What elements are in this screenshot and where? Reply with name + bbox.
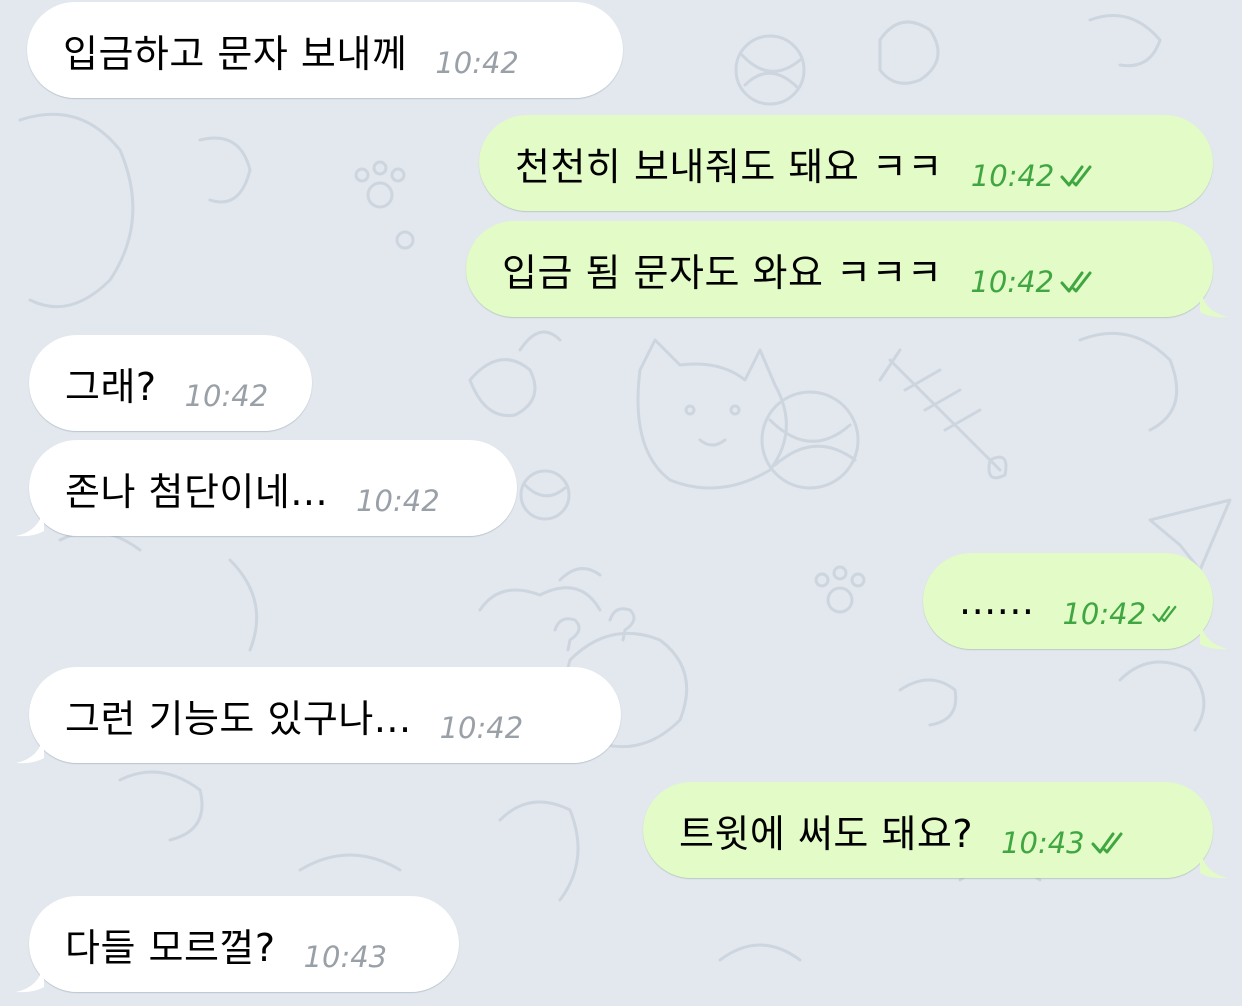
message-time: 10:43 (1001, 826, 1085, 860)
double-check-icon (1060, 165, 1092, 187)
bubble-tail (1200, 620, 1228, 650)
bubble-tail (16, 507, 44, 537)
message-time: 10:42 (1062, 597, 1147, 631)
bubble-tail (1200, 849, 1228, 879)
outgoing-message-bubble[interactable]: ...... 10:42 (923, 553, 1213, 649)
bubble-tail (16, 734, 44, 764)
message-time: 10:42 (970, 159, 1055, 193)
message-time: 10:42 (356, 484, 440, 518)
outgoing-message-bubble[interactable]: 트윗에 써도 돼요? 10:43 (643, 782, 1213, 878)
message-text: 다들 모르껄? (65, 925, 276, 970)
message-text: 트윗에 써도 돼요? (679, 811, 974, 856)
message-text: 입금하고 문자 보내께 (63, 31, 408, 76)
message-time: 10:42 (439, 711, 524, 745)
incoming-message-bubble[interactable]: 입금하고 문자 보내께 10:42 (27, 2, 623, 98)
incoming-message-bubble[interactable]: 존나 첨단이네... 10:42 (29, 440, 517, 536)
message-text: ...... (959, 579, 1035, 623)
message-time: 10:42 (970, 265, 1054, 299)
outgoing-message-bubble[interactable]: 천천히 보내줘도 돼요 ㅋㅋ 10:42 (479, 115, 1213, 211)
message-text: 천천히 보내줘도 돼요 ㅋㅋ (515, 144, 943, 189)
message-text: 그래? (65, 364, 157, 409)
message-list[interactable]: 입금하고 문자 보내께 10:42 천천히 보내줘도 돼요 ㅋㅋ 10:42 입… (0, 0, 1242, 1006)
double-check-icon (1152, 605, 1177, 623)
incoming-message-bubble[interactable]: 그런 기능도 있구나... 10:42 (29, 667, 621, 763)
incoming-message-bubble[interactable]: 다들 모르껄? 10:43 (29, 896, 459, 992)
message-text: 그런 기능도 있구나... (65, 696, 412, 741)
bubble-tail (1200, 288, 1228, 318)
outgoing-message-bubble[interactable]: 입금 됨 문자도 와요 ㅋㅋㅋ 10:42 (466, 221, 1213, 317)
double-check-icon (1091, 832, 1123, 854)
message-text: 존나 첨단이네... (65, 469, 329, 514)
message-text: 입금 됨 문자도 와요 ㅋㅋㅋ (502, 250, 943, 295)
message-time: 10:42 (184, 379, 269, 413)
double-check-icon (1060, 271, 1092, 293)
message-time: 10:43 (303, 940, 388, 974)
bubble-tail (16, 963, 44, 993)
message-time: 10:42 (435, 46, 519, 80)
incoming-message-bubble[interactable]: 그래? 10:42 (29, 335, 312, 431)
